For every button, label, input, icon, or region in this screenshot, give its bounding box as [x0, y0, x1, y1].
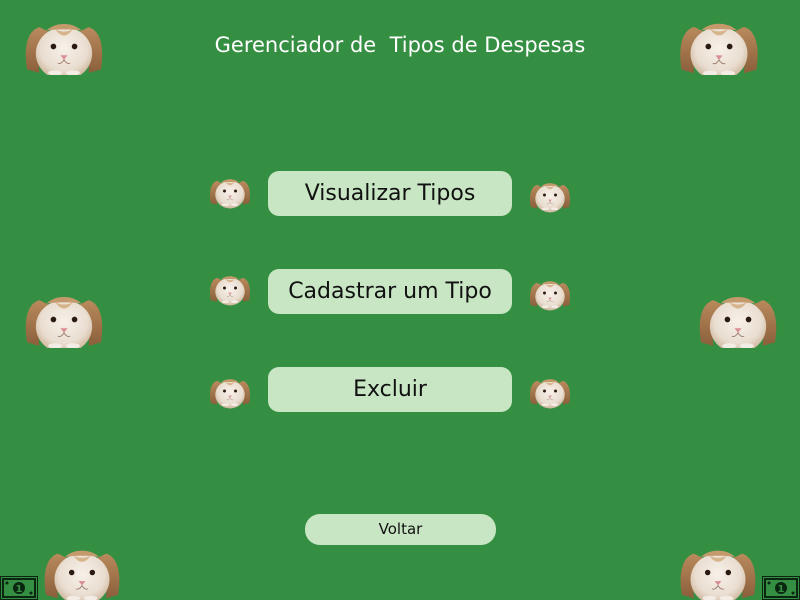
bunny-icon	[527, 177, 573, 213]
money-bill-icon	[0, 576, 38, 600]
delete-button[interactable]: Excluir	[268, 367, 512, 412]
bunny-icon	[674, 545, 762, 600]
bunny-icon	[207, 270, 253, 306]
bunny-icon	[207, 173, 253, 209]
bunny-icon	[527, 275, 573, 311]
view-types-button[interactable]: Visualizar Tipos	[268, 171, 512, 216]
register-type-button[interactable]: Cadastrar um Tipo	[268, 269, 512, 314]
bunny-icon	[674, 18, 764, 75]
bunny-icon	[207, 373, 253, 409]
bunny-icon	[20, 291, 108, 348]
back-button[interactable]: Voltar	[305, 514, 496, 545]
bunny-icon	[694, 291, 782, 348]
bunny-icon	[20, 18, 108, 75]
bunny-icon	[38, 545, 126, 600]
money-bill-icon	[762, 576, 800, 600]
bunny-icon	[527, 373, 573, 409]
